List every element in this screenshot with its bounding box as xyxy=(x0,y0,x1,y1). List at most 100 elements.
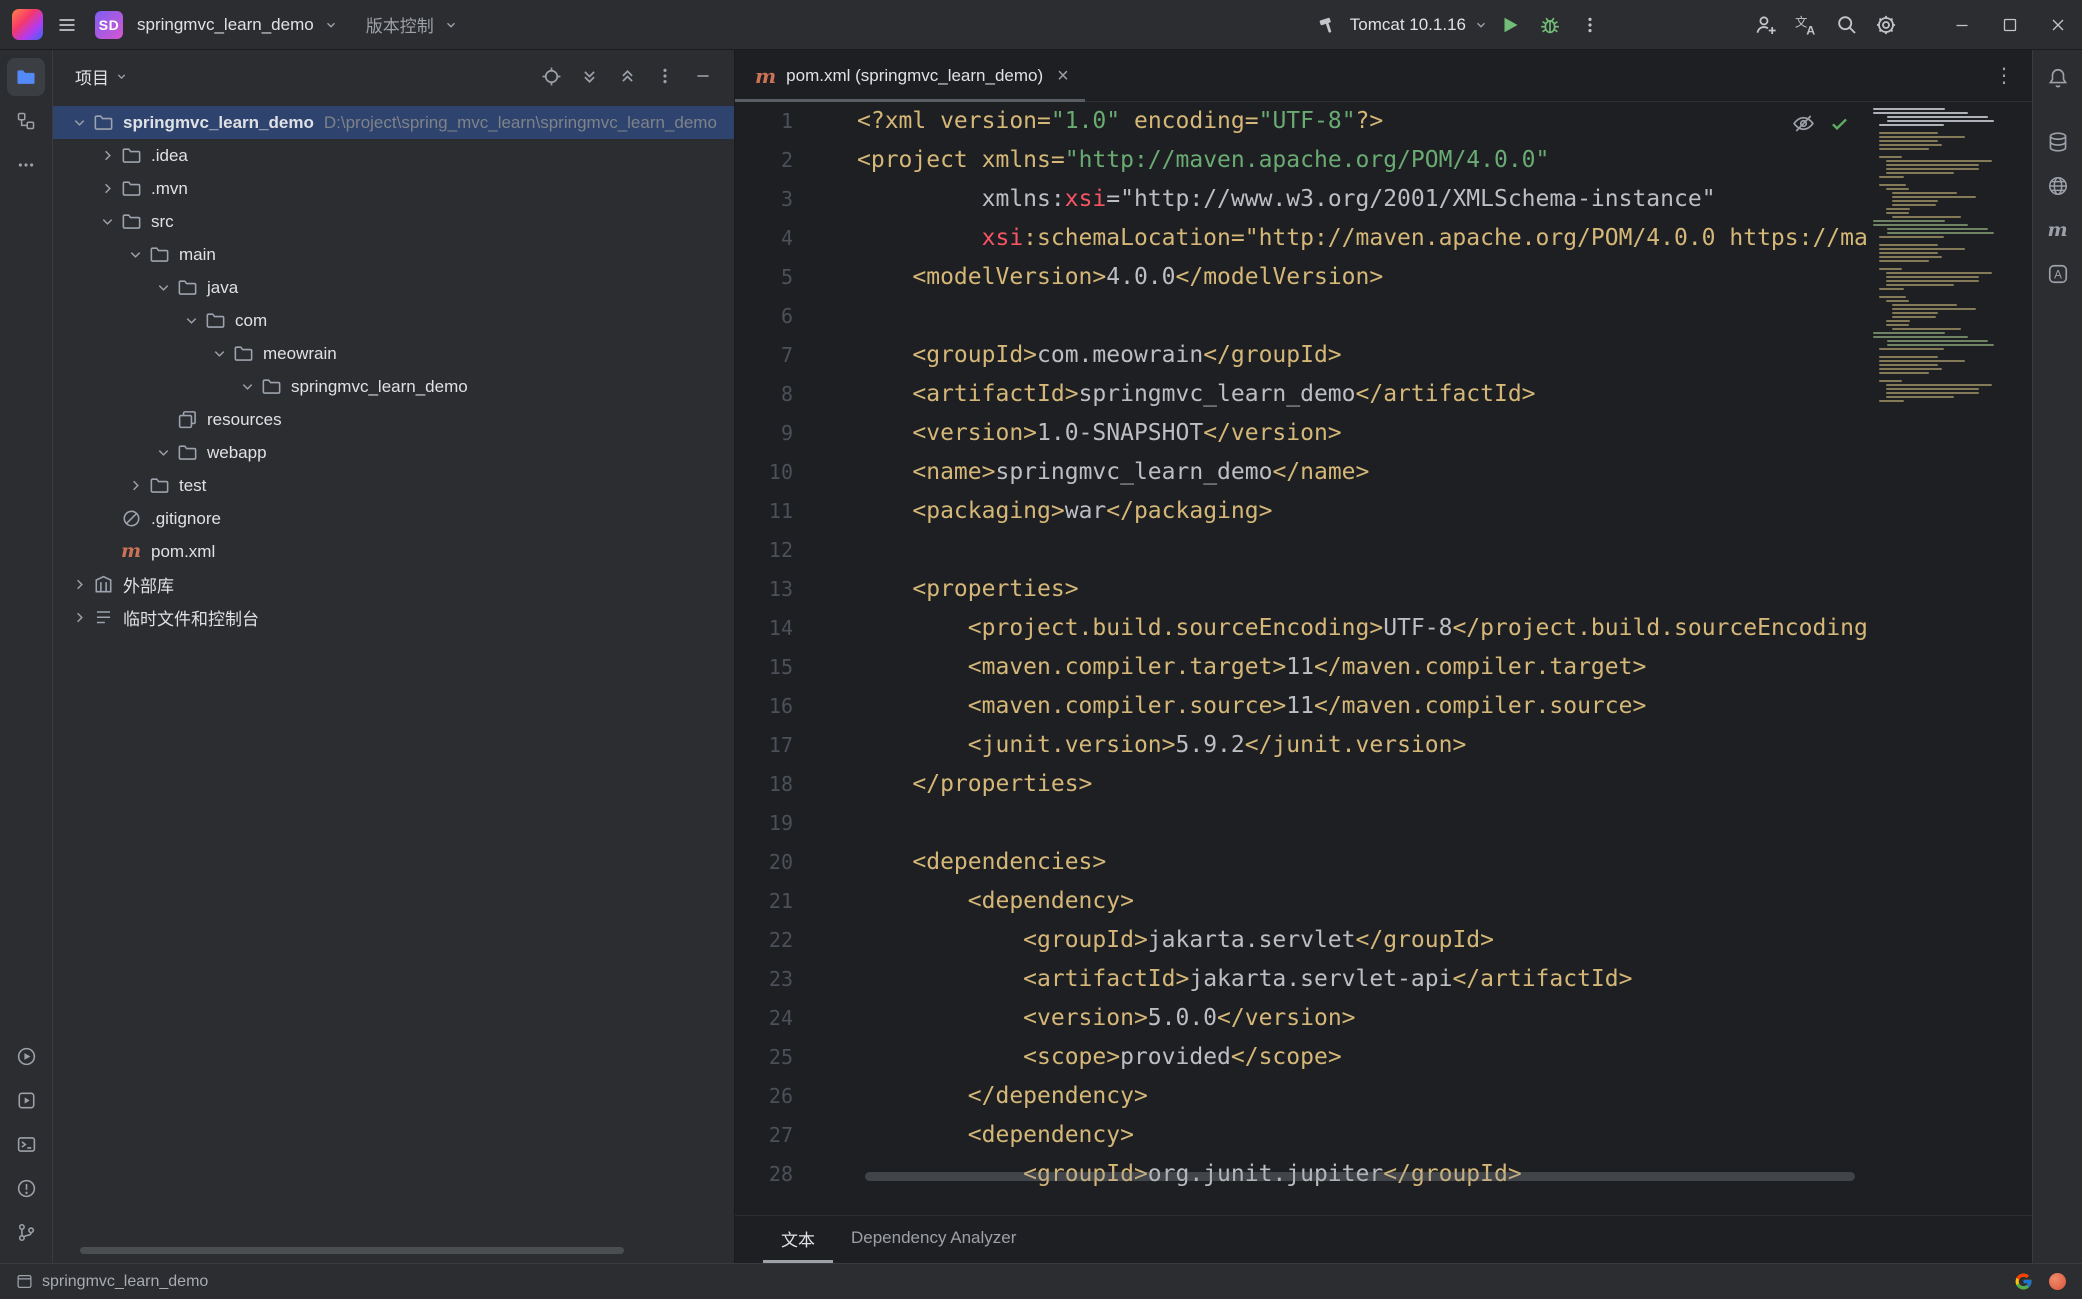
tab-bar-more-button[interactable]: ⋮ xyxy=(1994,63,2014,88)
line-number[interactable]: 3 xyxy=(735,180,857,219)
chevron-down-icon[interactable] xyxy=(123,243,147,267)
editor-footer-tab[interactable]: Dependency Analyzer xyxy=(833,1216,1034,1263)
line-number[interactable]: 5 xyxy=(735,258,857,297)
chevron-down-icon[interactable] xyxy=(95,210,119,234)
ai-assistant-button[interactable]: A xyxy=(2040,256,2076,292)
settings-button[interactable] xyxy=(1868,7,1904,43)
code-line[interactable]: <dependency> xyxy=(857,1116,1866,1155)
vcs-widget-label[interactable]: 版本控制 xyxy=(366,12,434,37)
run-configuration-label[interactable]: Tomcat 10.1.16 xyxy=(1350,15,1466,35)
editor-gutter[interactable]: 1234567891011121314151617181920212223242… xyxy=(735,102,857,1194)
tree-item[interactable]: resources xyxy=(53,403,734,436)
hide-panel-button[interactable] xyxy=(688,61,718,91)
code-line[interactable]: <artifactId>jakarta.servlet-api</artifac… xyxy=(857,960,1866,999)
highlighting-off-icon[interactable] xyxy=(1792,112,1815,135)
line-number[interactable]: 15 xyxy=(735,648,857,687)
code-line[interactable]: <maven.compiler.target>11</maven.compile… xyxy=(857,648,1866,687)
project-panel-title[interactable]: 项目 xyxy=(75,64,128,89)
chevron-down-icon[interactable] xyxy=(235,375,259,399)
chevron-down-icon[interactable] xyxy=(151,441,175,465)
project-tool-window-button[interactable] xyxy=(7,58,45,96)
code-line[interactable]: <?xml version="1.0" encoding="UTF-8"?> xyxy=(857,102,1866,141)
line-number[interactable]: 9 xyxy=(735,414,857,453)
editor-code[interactable]: <?xml version="1.0" encoding="UTF-8"?> <p… xyxy=(857,102,1866,1215)
code-line[interactable]: <groupId>com.meowrain</groupId> xyxy=(857,336,1866,375)
chevron-right-icon[interactable] xyxy=(67,606,91,630)
code-line[interactable]: </dependency> xyxy=(857,1077,1866,1116)
project-selector-chevron-icon[interactable] xyxy=(324,18,338,32)
database-tool-window-button[interactable] xyxy=(2040,124,2076,160)
line-number[interactable]: 22 xyxy=(735,921,857,960)
collapse-all-button[interactable] xyxy=(612,61,642,91)
tree-item[interactable]: springmvc_learn_demo xyxy=(53,370,734,403)
code-line[interactable]: <groupId>jakarta.servlet</groupId> xyxy=(857,921,1866,960)
tree-item[interactable]: com xyxy=(53,304,734,337)
tree-item[interactable]: main xyxy=(53,238,734,271)
editor-footer-tab[interactable]: 文本 xyxy=(763,1216,833,1263)
more-tool-windows-button[interactable] xyxy=(7,146,45,184)
search-everywhere-button[interactable] xyxy=(1828,7,1864,43)
endpoints-tool-window-button[interactable] xyxy=(2040,168,2076,204)
code-line[interactable]: <dependencies> xyxy=(857,843,1866,882)
code-with-me-button[interactable] xyxy=(1748,7,1784,43)
code-line[interactable]: <name>springmvc_learn_demo</name> xyxy=(857,453,1866,492)
code-line[interactable]: <project.build.sourceEncoding>UTF-8</pro… xyxy=(857,609,1866,648)
project-panel-horizontal-scrollbar[interactable] xyxy=(80,1247,624,1254)
code-line[interactable]: <version>5.0.0</version> xyxy=(857,999,1866,1038)
line-number[interactable]: 6 xyxy=(735,297,857,336)
code-line[interactable] xyxy=(857,297,1866,336)
tree-item[interactable]: src xyxy=(53,205,734,238)
notifications-button[interactable] xyxy=(2040,60,2076,96)
status-bar-project-widget[interactable]: springmvc_learn_demo xyxy=(16,1273,208,1291)
translate-button[interactable]: 文A xyxy=(1788,7,1824,43)
line-number[interactable]: 14 xyxy=(735,609,857,648)
line-number[interactable]: 28 xyxy=(735,1155,857,1194)
run-more-button[interactable] xyxy=(1572,7,1608,43)
line-number[interactable]: 24 xyxy=(735,999,857,1038)
structure-tool-window-button[interactable] xyxy=(7,102,45,140)
tree-item[interactable]: 外部库 xyxy=(53,568,734,601)
line-number[interactable]: 4 xyxy=(735,219,857,258)
tree-item[interactable]: .mvn xyxy=(53,172,734,205)
line-number[interactable]: 8 xyxy=(735,375,857,414)
line-number[interactable]: 25 xyxy=(735,1038,857,1077)
debug-button[interactable] xyxy=(1532,7,1568,43)
line-number[interactable]: 26 xyxy=(735,1077,857,1116)
tree-item[interactable]: java xyxy=(53,271,734,304)
tree-item[interactable]: test xyxy=(53,469,734,502)
chevron-right-icon[interactable] xyxy=(67,573,91,597)
tree-item[interactable]: .idea xyxy=(53,139,734,172)
project-badge[interactable]: SD xyxy=(95,11,123,39)
editor-horizontal-scrollbar[interactable] xyxy=(865,1172,1855,1181)
editor-tab-pom-xml[interactable]: m pom.xml (springmvc_learn_demo) × xyxy=(735,50,1085,102)
chevron-down-icon[interactable] xyxy=(67,111,91,135)
tree-item[interactable]: 临时文件和控制台 xyxy=(53,601,734,634)
line-number[interactable]: 10 xyxy=(735,453,857,492)
run-configuration-chevron-icon[interactable] xyxy=(1474,18,1488,32)
tree-item[interactable]: meowrain xyxy=(53,337,734,370)
run-button[interactable] xyxy=(1492,7,1528,43)
resource-monitor-icon[interactable] xyxy=(2049,1273,2066,1290)
line-number[interactable]: 12 xyxy=(735,531,857,570)
expand-all-button[interactable] xyxy=(574,61,604,91)
vcs-widget-chevron-icon[interactable] xyxy=(444,18,458,32)
line-number[interactable]: 1 xyxy=(735,102,857,141)
code-line[interactable] xyxy=(857,804,1866,843)
project-selector-label[interactable]: springmvc_learn_demo xyxy=(137,15,314,35)
code-line[interactable]: </properties> xyxy=(857,765,1866,804)
line-number[interactable]: 16 xyxy=(735,687,857,726)
minimize-button[interactable] xyxy=(1938,0,1986,50)
line-number[interactable]: 27 xyxy=(735,1116,857,1155)
locate-file-button[interactable] xyxy=(536,61,566,91)
version-control-tool-window-button[interactable] xyxy=(7,1213,45,1251)
line-number[interactable]: 21 xyxy=(735,882,857,921)
code-line[interactable]: <maven.compiler.source>11</maven.compile… xyxy=(857,687,1866,726)
code-line[interactable]: <scope>provided</scope> xyxy=(857,1038,1866,1077)
code-line[interactable]: xsi:schemaLocation="http://maven.apache.… xyxy=(857,219,1866,258)
line-number[interactable]: 19 xyxy=(735,804,857,843)
terminal-tool-window-button[interactable] xyxy=(7,1125,45,1163)
line-number[interactable]: 18 xyxy=(735,765,857,804)
code-line[interactable]: <artifactId>springmvc_learn_demo</artifa… xyxy=(857,375,1866,414)
tree-item[interactable]: mpom.xml xyxy=(53,535,734,568)
tree-item[interactable]: webapp xyxy=(53,436,734,469)
